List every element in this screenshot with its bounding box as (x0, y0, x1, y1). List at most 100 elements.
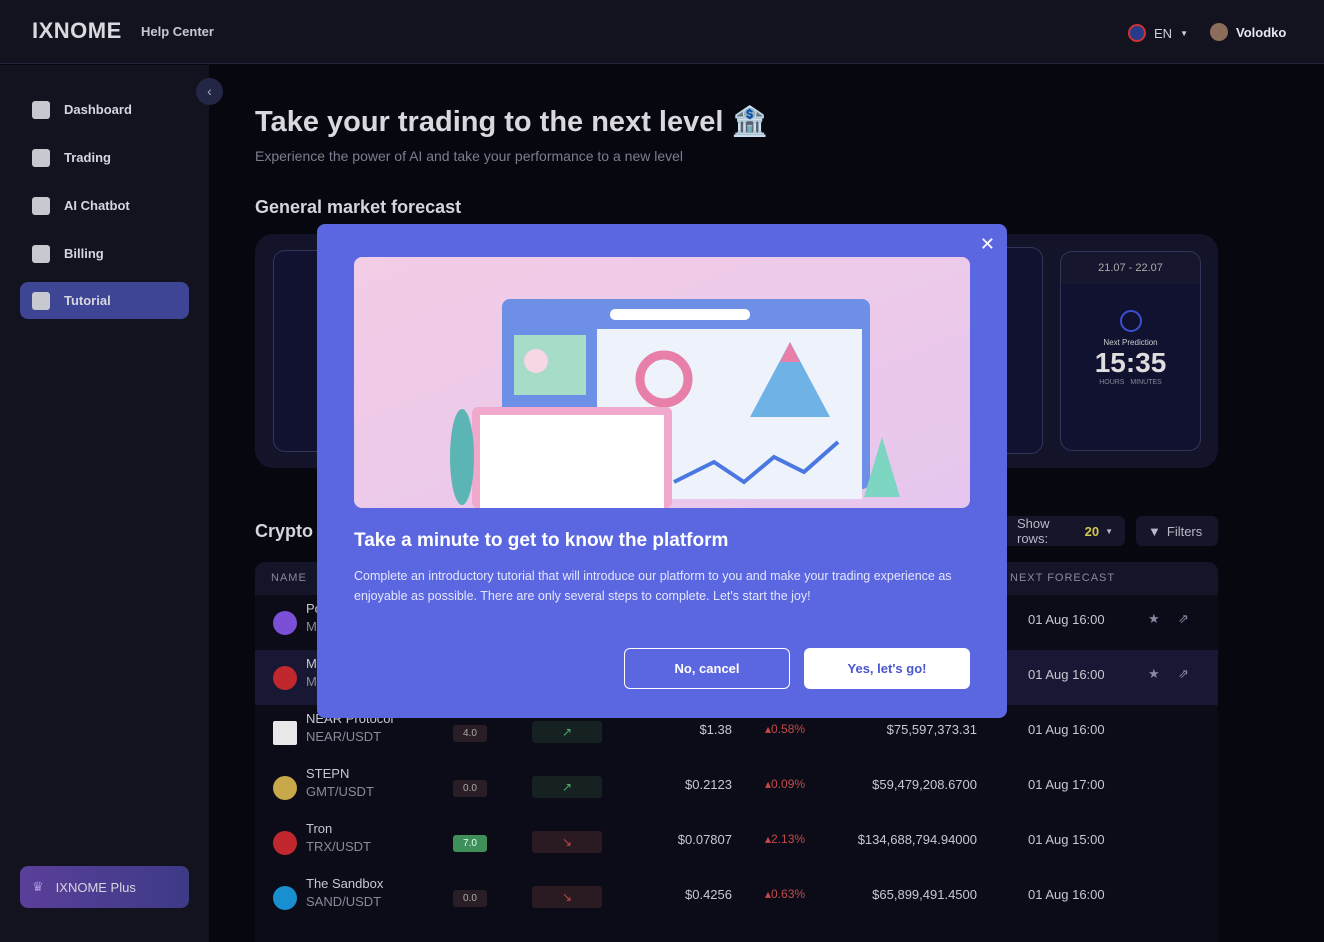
coin-icon (273, 721, 297, 745)
coin-icon (273, 611, 297, 635)
next-forecast: 01 Aug 15:00 (1028, 832, 1105, 847)
change: ▴ 0.63% (765, 887, 806, 901)
col-next-forecast[interactable]: NEXT FORECAST (1010, 572, 1115, 584)
user-name: Volodko (1236, 24, 1287, 40)
coin-name: M (306, 656, 317, 671)
cancel-button[interactable]: No, cancel (624, 648, 790, 689)
top-bar: IXNOME Help Center EN ▼ Volodko (0, 0, 1324, 64)
next-forecast: 01 Aug 16:00 (1028, 887, 1105, 902)
prediction-card: 21.07 - 22.07 Next Prediction 15:35 HOUR… (1060, 251, 1201, 451)
sidebar-item-trading[interactable]: Trading (20, 139, 189, 176)
modal-text: Complete an introductory tutorial that w… (354, 569, 952, 603)
show-rows-value: 20 (1084, 523, 1100, 539)
price: $0.4256 (685, 887, 732, 902)
ixnome-plus-button[interactable]: ♛ IXNOME Plus (20, 866, 189, 908)
tutorial-modal: ✕ Take a minute to get to know the platf… (317, 224, 1007, 718)
coin-pair: TRX/USDT (306, 839, 371, 854)
language-label: EN (1154, 25, 1173, 41)
external-link-icon[interactable]: ⇗ (1178, 611, 1189, 627)
sidebar-item-label: Dashboard (64, 102, 132, 117)
prediction-time: 15:35 (1094, 347, 1167, 378)
change: ▴ 0.58% (765, 722, 806, 736)
coin-icon (273, 831, 297, 855)
score-badge: 4.0 (453, 725, 487, 742)
tutorial-illustration (354, 257, 970, 508)
coin-pair: M (306, 674, 317, 689)
sidebar-item-tutorial[interactable]: Tutorial (20, 282, 189, 319)
volume: $59,479,208.6700 (872, 777, 977, 792)
time-units: HOURS MINUTES (1099, 379, 1162, 386)
prediction-date: 21.07 - 22.07 (1061, 252, 1200, 284)
prediction-label: Next Prediction (1103, 338, 1158, 347)
chevron-left-icon: ‹ (207, 83, 212, 99)
coin-name: The Sandbox (306, 876, 384, 891)
external-link-icon[interactable]: ⇗ (1178, 666, 1189, 682)
plus-label: IXNOME Plus (55, 879, 136, 895)
filters-label: Filters (1166, 523, 1203, 539)
star-icon[interactable]: ★ (1148, 611, 1160, 627)
show-rows-label: Show rows: (1017, 516, 1050, 546)
uk-flag-icon (1128, 24, 1146, 42)
next-forecast: 01 Aug 17:00 (1028, 777, 1105, 792)
collapse-sidebar-button[interactable]: ‹ (196, 78, 223, 105)
sidebar-item-label: AI Chatbot (64, 198, 130, 213)
col-name[interactable]: NAME (271, 572, 307, 584)
sidebar-item-label: Billing (64, 246, 104, 261)
table-row[interactable]: Tron TRX/USDT 7.0 ↘ $0.07807 ▴ 2.13% $134… (255, 815, 1218, 870)
coin-icon (273, 666, 297, 690)
filters-button[interactable]: ▼ Filters (1136, 516, 1218, 546)
tutorial-icon (32, 291, 50, 310)
sidebar-item-label: Tutorial (64, 293, 111, 308)
change: ▴ 2.13% (765, 832, 806, 846)
forecast-title: General market forecast (255, 197, 462, 217)
table-row[interactable]: STEPN GMT/USDT 0.0 ↗ $0.2123 ▴ 0.09% $59,… (255, 760, 1218, 815)
caret-down-icon: ▼ (1180, 28, 1188, 38)
page-title: Take your trading to the next level 🏦 (255, 106, 768, 138)
coin-name: STEPN (306, 766, 350, 781)
next-forecast: 01 Aug 16:00 (1028, 667, 1105, 682)
coin-pair: SAND/USDT (306, 894, 382, 909)
crystal-ball-icon (1119, 310, 1142, 332)
coin-pair: M (306, 619, 317, 634)
volume: $65,899,491.4500 (872, 887, 977, 902)
star-icon[interactable]: ★ (1148, 666, 1160, 682)
coin-pair: NEAR/USDT (306, 729, 382, 744)
sidebar-item-billing[interactable]: Billing (20, 235, 189, 272)
chart-icon (32, 148, 50, 167)
sidebar-item-label: Trading (64, 150, 111, 165)
trend-down-icon: ↘ (532, 886, 602, 908)
chat-icon (32, 196, 50, 215)
coin-pair: GMT/USDT (306, 784, 374, 799)
filter-icon: ▼ (1148, 523, 1161, 539)
trend-up-icon: ↗ (532, 721, 602, 743)
crown-icon: ♛ (32, 879, 44, 894)
help-center-link[interactable]: Help Center (141, 24, 214, 39)
table-row[interactable]: The Sandbox SAND/USDT 0.0 ↘ $0.4256 ▴ 0.6… (255, 870, 1218, 925)
user-menu[interactable]: Volodko (1210, 23, 1286, 41)
page-subtitle: Experience the power of AI and take your… (255, 148, 684, 164)
logo[interactable]: IXNOME (32, 18, 122, 44)
language-selector[interactable]: EN ▼ (1128, 24, 1188, 42)
coin-icon (273, 776, 297, 800)
price: $1.38 (699, 722, 732, 737)
volume: $134,688,794.94000 (857, 832, 977, 847)
volume: $75,597,373.31 (886, 722, 977, 737)
coin-icon (273, 886, 297, 910)
sidebar-item-dashboard[interactable]: Dashboard (20, 91, 189, 128)
score-badge: 0.0 (453, 890, 487, 907)
bank-icon: 🏦 (731, 106, 768, 138)
trend-down-icon: ↘ (532, 831, 602, 853)
confirm-button[interactable]: Yes, let's go! (804, 648, 970, 689)
score-badge: 7.0 (453, 835, 487, 852)
price: $0.07807 (677, 832, 732, 847)
sidebar-item-ai-chatbot[interactable]: AI Chatbot (20, 187, 189, 224)
score-badge: 0.0 (453, 780, 487, 797)
show-rows-dropdown[interactable]: Show rows: 20 ▼ (1000, 516, 1125, 546)
billing-icon (32, 244, 50, 263)
next-forecast: 01 Aug 16:00 (1028, 612, 1105, 627)
caret-down-icon: ▼ (1105, 526, 1113, 536)
sidebar: Dashboard Trading AI Chatbot Billing Tut… (0, 65, 209, 942)
next-forecast: 01 Aug 16:00 (1028, 722, 1105, 737)
crypto-title: Crypto (255, 521, 313, 541)
close-icon[interactable]: ✕ (980, 234, 995, 255)
